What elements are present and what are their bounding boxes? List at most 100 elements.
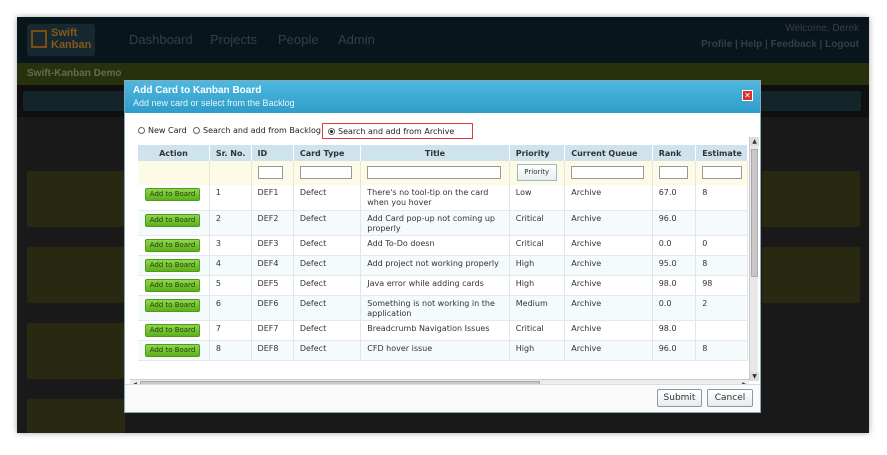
id-filter-input[interactable] <box>257 166 283 179</box>
add-to-board-button[interactable]: Add to Board <box>145 238 200 252</box>
id-cell: DEF7 <box>251 320 294 341</box>
option-label: New Card <box>148 126 187 135</box>
title-cell: CFD hover issue <box>360 340 510 361</box>
title-filter-input[interactable] <box>367 166 502 179</box>
queue-cell: Archive <box>564 235 653 256</box>
archive-grid: Action Sr. No. ID Card Type Title Priori… <box>138 145 748 379</box>
action-cell: Add to Board <box>138 295 210 321</box>
rank-cell: 98.0 <box>652 275 697 296</box>
option-new-card[interactable]: New Card <box>138 123 187 139</box>
card-type-cell: Defect <box>293 255 362 276</box>
rank-cell: 96.0 <box>652 340 697 361</box>
radio-icon <box>193 127 200 134</box>
table-row: Add to Board 7 DEF7 Defect Breadcrumb Naviga… <box>138 320 748 341</box>
id-cell: DEF2 <box>251 210 294 236</box>
option-archive[interactable]: Search and add from Archive <box>322 123 474 139</box>
priority-cell: High <box>509 275 566 296</box>
estimate-cell: 8 <box>695 185 748 211</box>
dialog-subtitle: Add new card or select from the Backlog <box>133 98 295 108</box>
vertical-scroll-thumb[interactable] <box>751 149 758 277</box>
add-to-board-button[interactable]: Add to Board <box>145 213 200 227</box>
card-type-cell: Defect <box>293 210 362 236</box>
close-icon[interactable]: ✕ <box>742 90 753 101</box>
title-cell: Java error while adding cards <box>360 275 510 296</box>
id-cell: DEF4 <box>251 255 294 276</box>
add-to-board-button[interactable]: Add to Board <box>145 258 200 272</box>
sr-no-cell: 6 <box>209 295 252 321</box>
rank-cell: 98.0 <box>652 320 697 341</box>
id-cell: DEF3 <box>251 235 294 256</box>
estimate-filter-input[interactable] <box>702 166 743 179</box>
sr-no-cell: 5 <box>209 275 252 296</box>
sr-no-cell: 7 <box>209 320 252 341</box>
queue-cell: Archive <box>564 185 653 211</box>
priority-cell: Critical <box>509 210 566 236</box>
id-cell: DEF5 <box>251 275 294 296</box>
rank-cell: 0.0 <box>652 295 697 321</box>
id-cell: DEF1 <box>251 185 294 211</box>
option-backlog[interactable]: Search and add from Backlog <box>193 123 321 139</box>
action-cell: Add to Board <box>138 255 210 276</box>
action-cell: Add to Board <box>138 185 210 211</box>
vertical-scrollbar[interactable]: ▲ ▼ <box>749 137 759 381</box>
card-type-cell: Defect <box>293 340 362 361</box>
priority-cell: Critical <box>509 235 566 256</box>
dialog-header: Add Card to Kanban Board Add new card or… <box>125 81 760 113</box>
radio-selected-icon <box>328 128 335 135</box>
estimate-cell: 0 <box>695 235 748 256</box>
estimate-cell: 8 <box>695 255 748 276</box>
col-action: Action <box>138 145 210 161</box>
add-to-board-button[interactable]: Add to Board <box>145 188 200 201</box>
queue-cell: Archive <box>564 210 653 236</box>
priority-cell: Medium <box>509 295 566 321</box>
sr-no-cell: 2 <box>209 210 252 236</box>
id-cell: DEF8 <box>251 340 294 361</box>
rank-filter-input[interactable] <box>658 166 688 179</box>
estimate-cell <box>695 320 748 341</box>
card-type-cell: Defect <box>293 320 362 341</box>
title-cell: Add To-Do doesn <box>360 235 510 256</box>
queue-filter-input[interactable] <box>571 166 645 179</box>
col-sr-no: Sr. No. <box>209 145 252 161</box>
estimate-cell: 2 <box>695 295 748 321</box>
col-priority: Priority <box>509 145 566 161</box>
add-to-board-button[interactable]: Add to Board <box>145 298 200 312</box>
option-label: Search and add from Backlog <box>203 126 321 135</box>
dialog-footer: Submit Cancel <box>125 384 760 412</box>
estimate-cell: 8 <box>695 340 748 361</box>
add-to-board-button[interactable]: Add to Board <box>145 323 200 337</box>
scroll-up-icon[interactable]: ▲ <box>750 137 759 146</box>
col-card-type: Card Type <box>293 145 362 161</box>
table-row: Add to Board 2 DEF2 Defect Add Card pop-up n… <box>138 210 748 236</box>
sr-no-cell: 1 <box>209 185 252 211</box>
table-row: Add to Board 8 DEF8 Defect CFD hover issue Hi… <box>138 340 748 361</box>
add-card-dialog: Add Card to Kanban Board Add new card or… <box>124 80 761 413</box>
card-type-cell: Defect <box>293 295 362 321</box>
priority-cell: Low <box>509 185 566 211</box>
card-type-cell: Defect <box>293 235 362 256</box>
title-cell: Something is not working in the applicat… <box>360 295 510 321</box>
queue-cell: Archive <box>564 255 653 276</box>
table-row: Add to Board 4 DEF4 Defect Add project not w… <box>138 255 748 276</box>
scroll-down-icon[interactable]: ▼ <box>750 372 759 381</box>
action-cell: Add to Board <box>138 210 210 236</box>
title-cell: Add Card pop-up not coming up properly <box>360 210 510 236</box>
add-to-board-button[interactable]: Add to Board <box>145 278 200 292</box>
card-type-filter-input[interactable] <box>299 166 352 179</box>
col-current-queue: Current Queue <box>564 145 653 161</box>
estimate-cell: 98 <box>695 275 748 296</box>
col-rank: Rank <box>652 145 697 161</box>
title-cell: Add project not working properly <box>360 255 510 276</box>
title-cell: There's no tool-tip on the card when you… <box>360 185 510 211</box>
queue-cell: Archive <box>564 320 653 341</box>
submit-button[interactable]: Submit <box>657 389 702 407</box>
priority-filter-button[interactable]: Priority <box>516 164 557 181</box>
cancel-button[interactable]: Cancel <box>707 389 753 407</box>
sr-no-cell: 3 <box>209 235 252 256</box>
col-title: Title <box>360 145 510 161</box>
filter-row: Priority <box>138 161 748 185</box>
radio-icon <box>138 127 145 134</box>
title-cell: Breadcrumb Navigation Issues <box>360 320 510 341</box>
queue-cell: Archive <box>564 275 653 296</box>
add-to-board-button[interactable]: Add to Board <box>145 343 200 357</box>
